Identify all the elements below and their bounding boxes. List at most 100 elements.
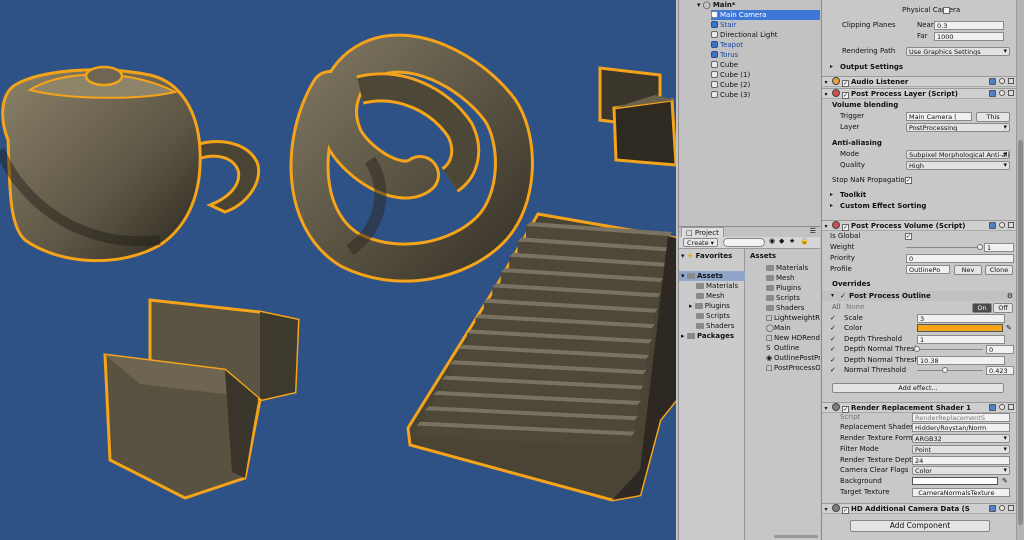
override-check-icon[interactable]: ✓ [830, 365, 836, 375]
override-check-icon[interactable]: ✓ [830, 344, 836, 354]
preset-icon[interactable] [999, 505, 1005, 511]
hierarchy-item[interactable]: Cube (3) [711, 90, 820, 100]
create-button[interactable]: Create ▾ [683, 238, 718, 247]
depth-normal-threshold-scale-input[interactable]: 10.38 [917, 355, 1005, 365]
asset-item[interactable]: S Outline [766, 343, 799, 353]
near-input[interactable]: 0.3 [934, 20, 1004, 30]
lock-icon[interactable]: 🔒 [800, 237, 809, 245]
override-check-icon[interactable]: ✓ [830, 355, 836, 365]
clone-profile-button[interactable]: Clone [985, 264, 1013, 275]
asset-item[interactable]: Shaders [766, 303, 804, 313]
none-toggle[interactable]: None [846, 302, 864, 312]
texture-format-dropdown[interactable]: ARGB32 [912, 433, 1010, 443]
tab-project[interactable]: □ Project [681, 227, 724, 237]
tree-folder-item[interactable]: Materials [689, 281, 738, 291]
inspector-scrollbar[interactable] [1016, 0, 1024, 540]
outline-color-swatch[interactable] [917, 324, 1003, 332]
asset-item[interactable]: Plugins [766, 283, 801, 293]
rendering-path-dropdown[interactable]: Use Graphics Settings [906, 46, 1010, 56]
audio-listener-header[interactable]: ▾ ✓ Audio Listener [822, 76, 1016, 87]
gear-icon[interactable] [1008, 505, 1014, 511]
hierarchy-panel[interactable]: ▾ ◯ Main* Main Camera Stair Directional Li… [678, 0, 820, 226]
scene-view[interactable] [0, 0, 676, 540]
asset-item[interactable]: ◉OutlinePostProf [766, 353, 820, 363]
scale-input[interactable]: 3 [917, 313, 1005, 323]
component-enabled-checkbox[interactable]: ✓ [842, 507, 849, 514]
asset-item[interactable]: □LightweightRend [766, 313, 820, 323]
depth-normal-threshold-slider[interactable] [917, 349, 983, 350]
normal-threshold-slider[interactable] [917, 370, 983, 371]
component-enabled-checkbox[interactable]: ✓ [842, 224, 849, 231]
preset-icon[interactable] [999, 78, 1005, 84]
hierarchy-item[interactable]: Cube (1) [711, 70, 820, 80]
component-enabled-checkbox[interactable]: ✓ [842, 80, 849, 87]
foldout-arrow-icon[interactable]: ▾ [681, 272, 685, 280]
cube-upper-right-object[interactable] [598, 66, 676, 167]
priority-input[interactable]: 0 [906, 253, 1014, 263]
hd-camera-data-header[interactable]: ▾ ✓ HD Additional Camera Data (S [822, 503, 1016, 514]
hierarchy-item[interactable]: Teapot [711, 40, 820, 50]
far-input[interactable]: 1000 [934, 31, 1004, 41]
post-process-volume-header[interactable]: ▾ ✓ Post Process Volume (Script) [822, 220, 1016, 231]
foldout-arrow-icon[interactable]: ▾ [822, 504, 830, 515]
output-settings-foldout[interactable]: ▸ Output Settings [822, 62, 1016, 72]
preset-icon[interactable] [999, 404, 1005, 410]
gear-icon[interactable] [1008, 404, 1014, 410]
preset-icon[interactable] [999, 222, 1005, 228]
asset-item[interactable]: Scripts [766, 293, 800, 303]
preset-icon[interactable] [999, 90, 1005, 96]
slider-knob[interactable] [941, 367, 948, 373]
hierarchy-item[interactable]: Stair [711, 20, 820, 30]
scrollbar-thumb[interactable] [1018, 140, 1023, 525]
weight-slider[interactable] [906, 247, 980, 248]
add-effect-button[interactable]: Add effect... [832, 382, 1004, 393]
tree-folder-item[interactable]: ▸ Plugins [689, 301, 730, 311]
hierarchy-item[interactable]: Directional Light [711, 30, 820, 40]
replacement-shader-field[interactable]: Hidden/Roystan/Norm [912, 422, 1010, 432]
normal-threshold-input[interactable]: 0.423 [986, 365, 1014, 375]
post-process-layer-header[interactable]: ▾ ✓ Post Process Layer (Script) [822, 88, 1016, 99]
foldout-arrow-icon[interactable]: ▸ [830, 62, 833, 72]
custom-effect-sorting-foldout[interactable]: ▸ Custom Effect Sorting [822, 201, 1016, 211]
script-object-field[interactable]: RenderReplacementS [912, 412, 1010, 422]
is-global-checkbox[interactable]: ✓ [905, 232, 912, 240]
on-button[interactable]: On [972, 302, 992, 313]
filter-by-type-icon[interactable]: ◉ [769, 237, 775, 245]
filter-mode-dropdown[interactable]: Point [912, 444, 1010, 454]
toolkit-foldout[interactable]: ▸ Toolkit [822, 190, 1016, 200]
override-check-icon[interactable]: ✓ [830, 334, 836, 344]
torus-object[interactable] [289, 33, 534, 283]
layer-dropdown[interactable]: PostProcessing [906, 122, 1010, 132]
gear-icon[interactable] [1008, 90, 1014, 96]
panel-menu-icon[interactable]: ☰ [810, 227, 816, 235]
gear-icon[interactable]: ⚙ [1007, 291, 1013, 301]
foldout-arrow-icon[interactable]: ▸ [681, 332, 685, 340]
asset-item[interactable]: □New HDRender [766, 333, 820, 343]
project-panel[interactable]: □ Project ☰ Create ▾ ◉ ◆ ★ 🔒 ▾ ★ Favorit… [678, 226, 820, 540]
project-search-input[interactable] [723, 238, 765, 247]
anti-aliasing-mode-dropdown[interactable]: Subpixel Morphological Anti-alia [906, 149, 1010, 159]
hierarchy-item[interactable]: Main Camera [711, 10, 820, 20]
slider-knob[interactable] [914, 346, 920, 352]
hierarchy-item[interactable]: Cube (2) [711, 80, 820, 90]
profile-object-field[interactable]: OutlinePo [906, 264, 950, 274]
foldout-arrow-icon[interactable]: ▾ [822, 89, 830, 100]
stop-nan-checkbox[interactable]: ✓ [905, 176, 912, 184]
slider-knob[interactable] [977, 244, 983, 250]
packages-folder[interactable]: ▸ Packages [681, 331, 734, 341]
icon-size-slider[interactable] [774, 535, 818, 538]
component-enabled-checkbox[interactable]: ✓ [842, 92, 849, 99]
foldout-arrow-icon[interactable]: ▾ [697, 1, 701, 9]
this-button[interactable]: This [976, 111, 1010, 122]
clear-flags-dropdown[interactable]: Color [912, 465, 1010, 475]
eyedropper-icon[interactable]: ✎ [1002, 476, 1008, 486]
tree-folder-item[interactable]: Scripts [689, 311, 730, 321]
depth-threshold-input[interactable]: 1 [917, 334, 1005, 344]
tree-folder-item[interactable]: Mesh [689, 291, 724, 301]
foldout-arrow-icon[interactable]: ▸ [830, 190, 833, 200]
reference-book-icon[interactable] [989, 78, 996, 85]
hierarchy-item[interactable]: Cube [711, 60, 820, 70]
reference-book-icon[interactable] [989, 404, 996, 411]
background-color-swatch[interactable] [912, 477, 998, 485]
tree-folder-item[interactable]: Shaders [689, 321, 734, 331]
